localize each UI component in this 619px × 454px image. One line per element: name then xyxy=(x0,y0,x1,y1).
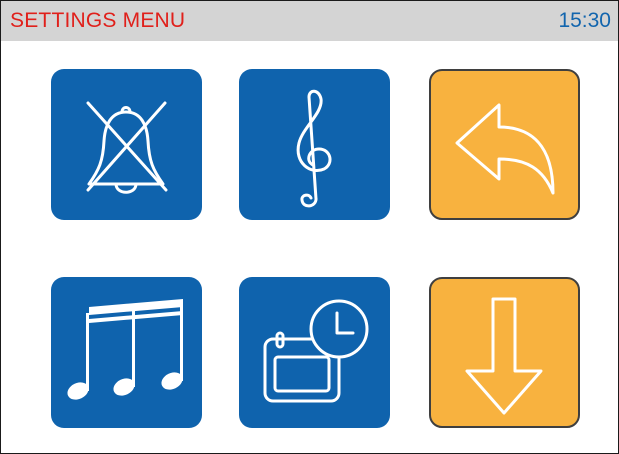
music-notes-icon xyxy=(67,299,183,400)
page-title: SETTINGS MENU xyxy=(10,9,186,32)
mute-alarm-button[interactable] xyxy=(51,69,202,220)
clock-time: 15:30 xyxy=(558,9,611,32)
bell-muted-icon xyxy=(86,101,168,194)
down-arrow-icon xyxy=(465,297,543,415)
back-button[interactable] xyxy=(429,69,580,220)
ringtone-button[interactable] xyxy=(239,69,390,220)
melody-button[interactable] xyxy=(51,277,202,428)
treble-clef-icon xyxy=(296,89,332,208)
back-arrow-icon xyxy=(455,103,555,195)
settings-screen: SETTINGS MENU 15:30 xyxy=(0,0,619,454)
schedule-button[interactable] xyxy=(239,277,390,428)
scroll-down-button[interactable] xyxy=(429,277,580,428)
calendar-clock-icon xyxy=(263,299,369,403)
header-bar: SETTINGS MENU 15:30 xyxy=(1,1,618,41)
